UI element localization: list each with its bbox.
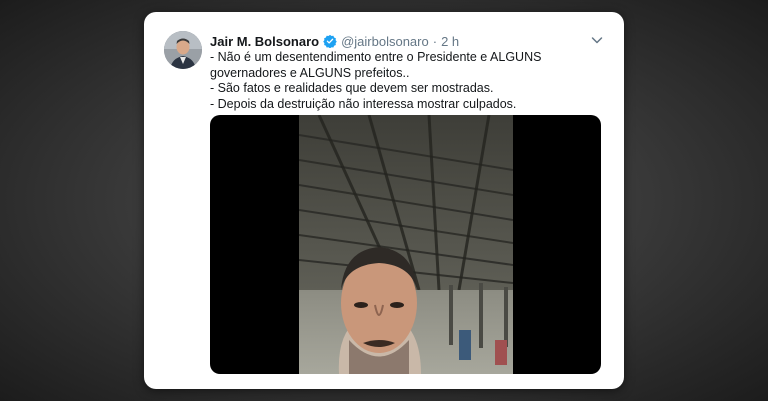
avatar[interactable] <box>164 31 202 69</box>
video-thumbnail <box>299 115 513 374</box>
tweet-line: - Depois da destruição não interessa mos… <box>210 96 517 111</box>
tweet-card: Jair M. Bolsonaro @jairbolsonaro · 2 h -… <box>144 12 624 389</box>
author-name[interactable]: Jair M. Bolsonaro <box>210 34 319 49</box>
video-frame <box>299 115 513 374</box>
tweet-text: - Não é um desentendimento entre o Presi… <box>210 50 610 112</box>
tweet-line: - Não é um desentendimento entre o Presi… <box>210 50 542 80</box>
verified-badge-icon <box>323 34 337 49</box>
tweet-timestamp[interactable]: 2 h <box>441 34 459 49</box>
separator-dot: · <box>432 33 438 49</box>
avatar-image <box>164 31 202 69</box>
chevron-down-icon[interactable] <box>590 33 604 47</box>
tweet-line: - São fatos e realidades que devem ser m… <box>210 81 494 95</box>
tweet-header: Jair M. Bolsonaro @jairbolsonaro · 2 h <box>210 32 459 50</box>
video-player[interactable] <box>210 115 601 374</box>
author-handle[interactable]: @jairbolsonaro <box>341 34 429 49</box>
